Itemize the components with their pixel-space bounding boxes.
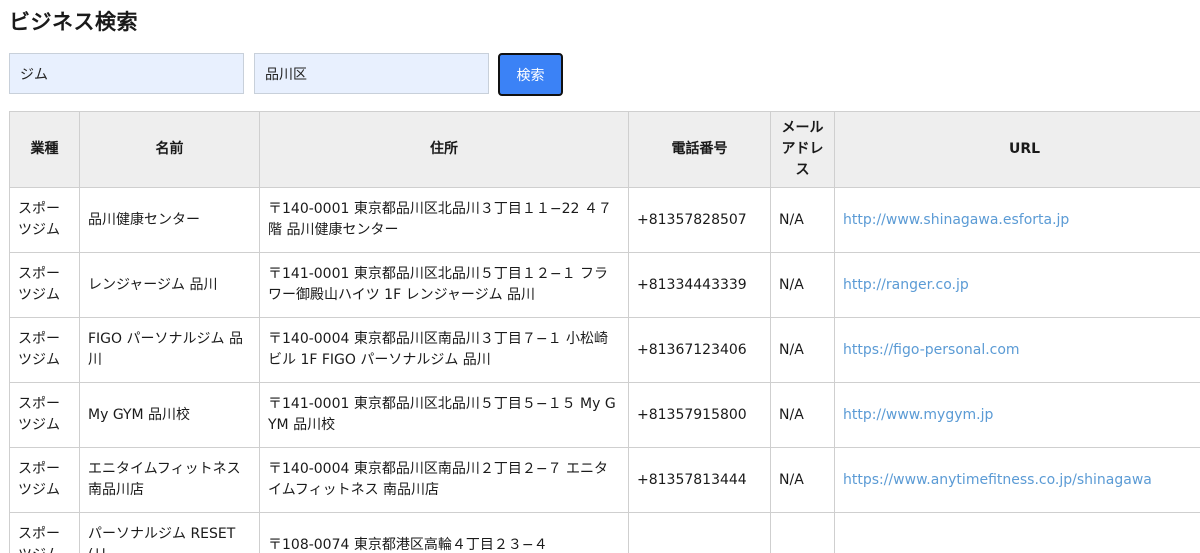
- cell-email: N/A: [770, 317, 835, 383]
- header-email: メールアドレス: [770, 111, 835, 188]
- business-search-page: ビジネス検索 検索 業種 名前 住所 電話番号 メールアドレス URL: [0, 0, 1200, 553]
- cell-category: スポーツジム: [9, 382, 80, 448]
- cell-url: http://www.mygym.jp: [834, 382, 1200, 448]
- cell-url: https://www.anytimefitness.co.jp/shinaga…: [834, 447, 1200, 513]
- cell-phone: +81357828507: [628, 187, 771, 253]
- cell-phone: +81334443339: [628, 252, 771, 318]
- cell-address: 〒141-0001 東京都品川区北品川５丁目５−１５ My GYM 品川校: [259, 382, 629, 448]
- cell-address: 〒141-0001 東京都品川区北品川５丁目１２−１ フラワー御殿山ハイツ 1F…: [259, 252, 629, 318]
- cell-name: パーソナルジム RESET(リ: [79, 512, 260, 553]
- category-input[interactable]: [9, 53, 244, 94]
- url-link[interactable]: http://ranger.co.jp: [843, 277, 969, 293]
- cell-phone: [628, 512, 771, 553]
- cell-url: [834, 512, 1200, 553]
- cell-category: スポーツジム: [9, 187, 80, 253]
- url-link[interactable]: http://www.mygym.jp: [843, 407, 993, 423]
- table-row: スポーツジム FIGO パーソナルジム 品川 〒140-0004 東京都品川区南…: [9, 317, 1200, 383]
- cell-email: [770, 512, 835, 553]
- search-form: 検索: [9, 53, 609, 96]
- cell-name: FIGO パーソナルジム 品川: [79, 317, 260, 383]
- cell-address: 〒108-0074 東京都港区高輪４丁目２３−４: [259, 512, 629, 553]
- table-row: スポーツジム 品川健康センター 〒140-0001 東京都品川区北品川３丁目１１…: [9, 187, 1200, 253]
- cell-address: 〒140-0001 東京都品川区北品川３丁目１１−22 ４７階 品川健康センター: [259, 187, 629, 253]
- cell-category: スポーツジム: [9, 317, 80, 383]
- cell-phone: +81357915800: [628, 382, 771, 448]
- results-table-container: 業種 名前 住所 電話番号 メールアドレス URL スポーツジム 品川健康センタ…: [9, 111, 1200, 553]
- table-header-row: 業種 名前 住所 電話番号 メールアドレス URL: [9, 111, 1200, 188]
- url-link[interactable]: https://www.anytimefitness.co.jp/shinaga…: [843, 472, 1152, 488]
- cell-email: N/A: [770, 187, 835, 253]
- cell-name: エニタイムフィットネス 南品川店: [79, 447, 260, 513]
- cell-email: N/A: [770, 252, 835, 318]
- table-row: スポーツジム パーソナルジム RESET(リ 〒108-0074 東京都港区高輪…: [9, 512, 1200, 553]
- location-input[interactable]: [254, 53, 489, 94]
- cell-url: http://ranger.co.jp: [834, 252, 1200, 318]
- url-link[interactable]: http://www.shinagawa.esforta.jp: [843, 212, 1069, 228]
- url-link[interactable]: https://figo-personal.com: [843, 342, 1020, 358]
- cell-address: 〒140-0004 東京都品川区南品川３丁目７−１ 小松崎ビル 1F FIGO …: [259, 317, 629, 383]
- header-name: 名前: [79, 111, 260, 188]
- table-row: スポーツジム エニタイムフィットネス 南品川店 〒140-0004 東京都品川区…: [9, 447, 1200, 513]
- cell-category: スポーツジム: [9, 252, 80, 318]
- header-category: 業種: [9, 111, 80, 188]
- page-title: ビジネス検索: [9, 10, 138, 34]
- cell-url: http://www.shinagawa.esforta.jp: [834, 187, 1200, 253]
- cell-name: My GYM 品川校: [79, 382, 260, 448]
- cell-address: 〒140-0004 東京都品川区南品川２丁目２−７ エニタイムフィットネス 南品…: [259, 447, 629, 513]
- cell-category: スポーツジム: [9, 512, 80, 553]
- cell-email: N/A: [770, 382, 835, 448]
- results-table: 業種 名前 住所 電話番号 メールアドレス URL スポーツジム 品川健康センタ…: [9, 111, 1200, 553]
- cell-email: N/A: [770, 447, 835, 513]
- cell-name: 品川健康センター: [79, 187, 260, 253]
- header-phone: 電話番号: [628, 111, 771, 188]
- cell-phone: +81367123406: [628, 317, 771, 383]
- table-row: スポーツジム レンジャージム 品川 〒141-0001 東京都品川区北品川５丁目…: [9, 252, 1200, 318]
- cell-name: レンジャージム 品川: [79, 252, 260, 318]
- cell-category: スポーツジム: [9, 447, 80, 513]
- search-button[interactable]: 検索: [498, 53, 563, 96]
- cell-url: https://figo-personal.com: [834, 317, 1200, 383]
- table-row: スポーツジム My GYM 品川校 〒141-0001 東京都品川区北品川５丁目…: [9, 382, 1200, 448]
- header-address: 住所: [259, 111, 629, 188]
- cell-phone: +81357813444: [628, 447, 771, 513]
- header-url: URL: [834, 111, 1200, 188]
